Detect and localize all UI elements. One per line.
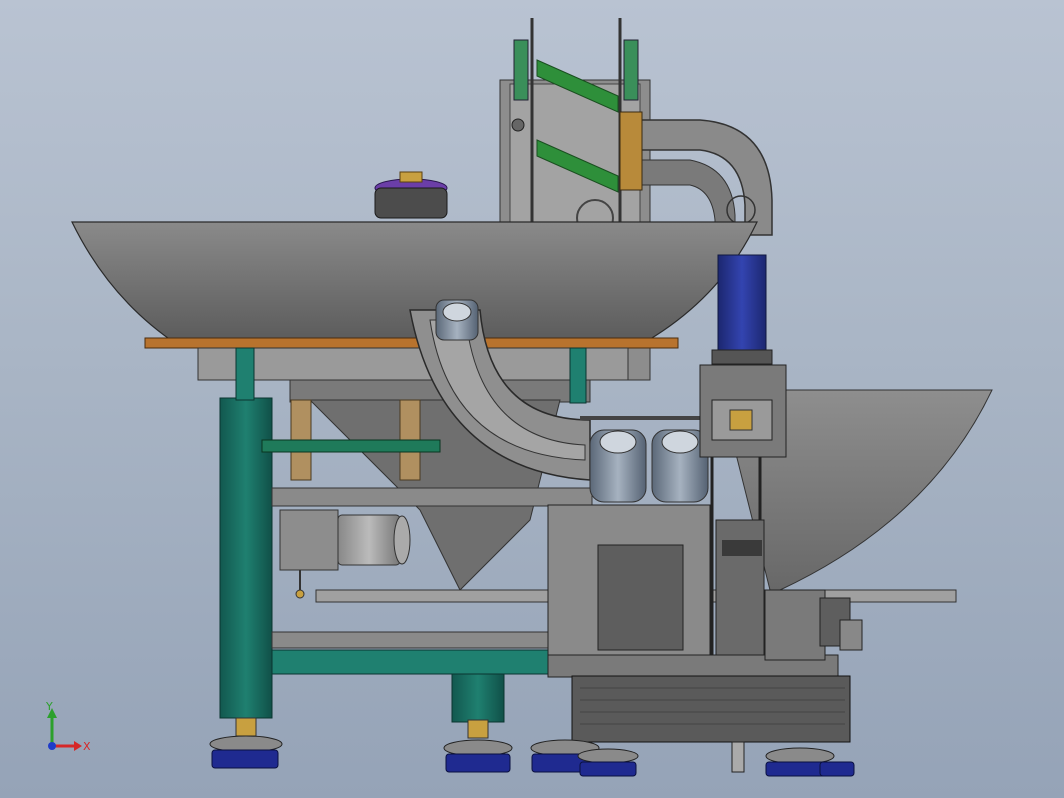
model-drawing: Y X <box>45 18 993 777</box>
chute-bottle <box>435 299 479 341</box>
coordinate-triad <box>47 708 82 751</box>
mounting-plate <box>144 337 679 349</box>
link-bar <box>261 439 441 453</box>
frame-beam-teal <box>271 649 553 675</box>
frame-beam-1 <box>271 487 593 507</box>
cap-part <box>374 171 448 219</box>
cad-viewport[interactable]: Y X <box>0 0 1064 798</box>
bottle-row <box>580 416 709 503</box>
triad-x-label: X <box>83 740 91 753</box>
side-gearbox <box>764 589 863 661</box>
base-box <box>571 675 851 743</box>
frame-column-mid <box>451 669 505 723</box>
gear-motor <box>279 509 411 599</box>
sub-frame <box>197 347 629 381</box>
triad-y-label: Y <box>45 700 53 713</box>
frame-beam-2 <box>271 631 563 649</box>
